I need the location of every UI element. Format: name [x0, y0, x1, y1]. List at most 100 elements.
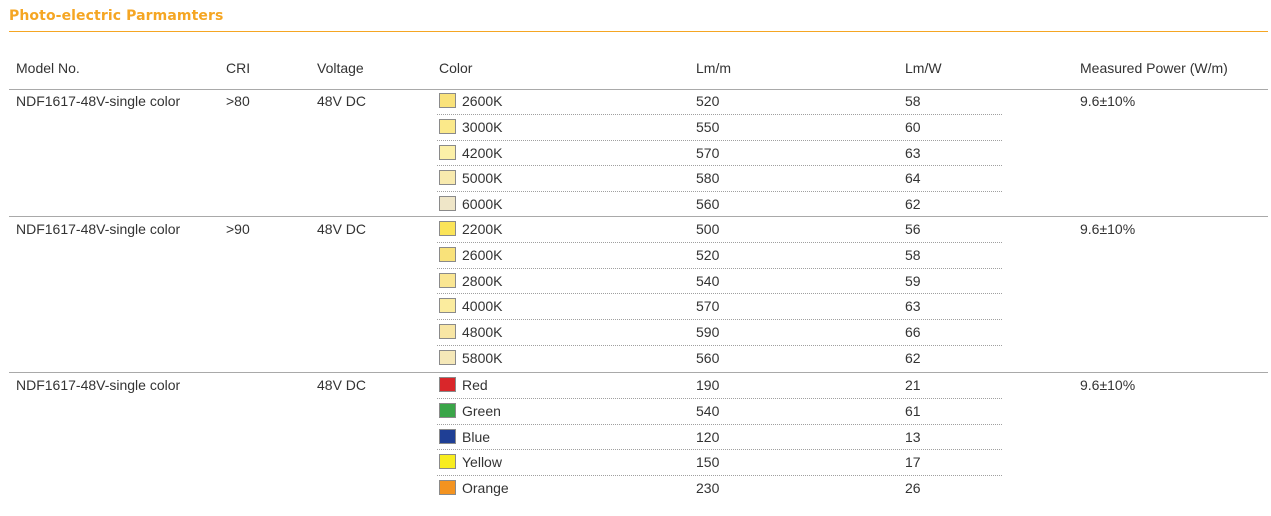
lumens-per-watt: 56 [905, 221, 921, 237]
color-label: Blue [462, 428, 491, 445]
color-swatch [439, 350, 456, 365]
color-label: 4200K [462, 144, 503, 161]
lumens-per-watt: 13 [905, 428, 921, 445]
header-lm-m: Lm/m [696, 60, 731, 76]
model-number: NDF1617-48V-single color [16, 93, 181, 109]
group-divider [9, 216, 1268, 217]
color-label: Orange [462, 480, 509, 497]
color-label: 2800K [462, 272, 503, 289]
voltage-value: 48V DC [317, 377, 367, 393]
group-divider [9, 372, 1268, 373]
row-separator [437, 191, 1002, 192]
cri-value: >80 [226, 93, 250, 109]
lumens-per-meter: 150 [696, 454, 720, 471]
lumens-per-meter: 520 [696, 246, 720, 263]
color-label: 5000K [462, 170, 503, 187]
lumens-per-watt: 63 [905, 298, 921, 315]
lumens-per-watt: 21 [905, 377, 921, 393]
group-divider [9, 89, 1268, 90]
lumens-per-meter: 570 [696, 144, 720, 161]
color-label: Red [462, 377, 488, 393]
color-label: 4000K [462, 298, 503, 315]
color-swatch [439, 246, 456, 262]
voltage-value: 48V DC [317, 93, 367, 109]
lumens-per-meter: 540 [696, 402, 720, 419]
header-power: Measured Power (W/m) [1080, 60, 1228, 76]
color-label: 2200K [462, 221, 503, 237]
color-label: 3000K [462, 118, 503, 135]
row-separator [437, 424, 1002, 425]
lumens-per-meter: 190 [696, 377, 720, 393]
lumens-per-meter: 550 [696, 118, 720, 135]
color-label: 2600K [462, 93, 503, 109]
lumens-per-meter: 230 [696, 480, 720, 497]
color-swatch [439, 480, 456, 496]
measured-power: 9.6±10% [1080, 221, 1136, 237]
lumens-per-meter: 590 [696, 324, 720, 341]
color-label: 5800K [462, 350, 503, 366]
color-swatch [439, 298, 456, 314]
cri-value: >90 [226, 221, 250, 237]
color-swatch [439, 402, 456, 418]
row-separator [437, 140, 1002, 141]
lumens-per-meter: 580 [696, 170, 720, 187]
header-model: Model No. [16, 60, 80, 76]
page-title: Photo-electric Parmamters [9, 8, 224, 24]
color-swatch [439, 196, 456, 212]
lumens-per-meter: 520 [696, 93, 720, 109]
lumens-per-meter: 560 [696, 196, 720, 213]
lumens-per-meter: 540 [696, 272, 720, 289]
row-separator [437, 398, 1002, 399]
color-label: Yellow [462, 454, 502, 471]
header-voltage: Voltage [317, 60, 364, 76]
header-cri: CRI [226, 60, 251, 76]
lumens-per-watt: 62 [905, 196, 921, 213]
lumens-per-meter: 560 [696, 350, 720, 366]
color-swatch [439, 377, 456, 392]
row-separator [437, 242, 1002, 243]
color-label: Green [462, 402, 501, 419]
color-swatch [439, 118, 456, 134]
lumens-per-watt: 61 [905, 402, 921, 419]
lumens-per-watt: 60 [905, 118, 921, 135]
lumens-per-watt: 17 [905, 454, 921, 471]
color-swatch [439, 93, 456, 108]
row-separator [437, 319, 1002, 320]
model-number: NDF1617-48V-single color [16, 377, 181, 393]
row-separator [437, 293, 1002, 294]
lumens-per-watt: 59 [905, 272, 921, 289]
lumens-per-meter: 500 [696, 221, 720, 237]
lumens-per-watt: 66 [905, 324, 921, 341]
row-separator [437, 165, 1002, 166]
color-swatch [439, 272, 456, 288]
lumens-per-meter: 120 [696, 428, 720, 445]
color-label: 6000K [462, 196, 503, 213]
model-number: NDF1617-48V-single color [16, 221, 181, 237]
header-lm-w: Lm/W [905, 60, 942, 76]
measured-power: 9.6±10% [1080, 93, 1136, 109]
color-swatch [439, 221, 456, 236]
color-swatch [439, 170, 456, 186]
row-separator [437, 268, 1002, 269]
color-label: 4800K [462, 324, 503, 341]
row-separator [437, 345, 1002, 346]
lumens-per-watt: 64 [905, 170, 921, 187]
lumens-per-watt: 63 [905, 144, 921, 161]
row-separator [437, 449, 1002, 450]
color-swatch [439, 454, 456, 470]
row-separator [437, 114, 1002, 115]
measured-power: 9.6±10% [1080, 377, 1136, 393]
lumens-per-meter: 570 [696, 298, 720, 315]
voltage-value: 48V DC [317, 221, 367, 237]
header-color: Color [439, 60, 473, 76]
color-swatch [439, 428, 456, 444]
lumens-per-watt: 58 [905, 246, 921, 263]
lumens-per-watt: 62 [905, 350, 921, 366]
color-swatch [439, 144, 456, 160]
row-separator [437, 475, 1002, 476]
title-rule [9, 31, 1268, 32]
color-swatch [439, 324, 456, 340]
lumens-per-watt: 58 [905, 93, 921, 109]
color-label: 2600K [462, 246, 503, 263]
lumens-per-watt: 26 [905, 480, 921, 497]
